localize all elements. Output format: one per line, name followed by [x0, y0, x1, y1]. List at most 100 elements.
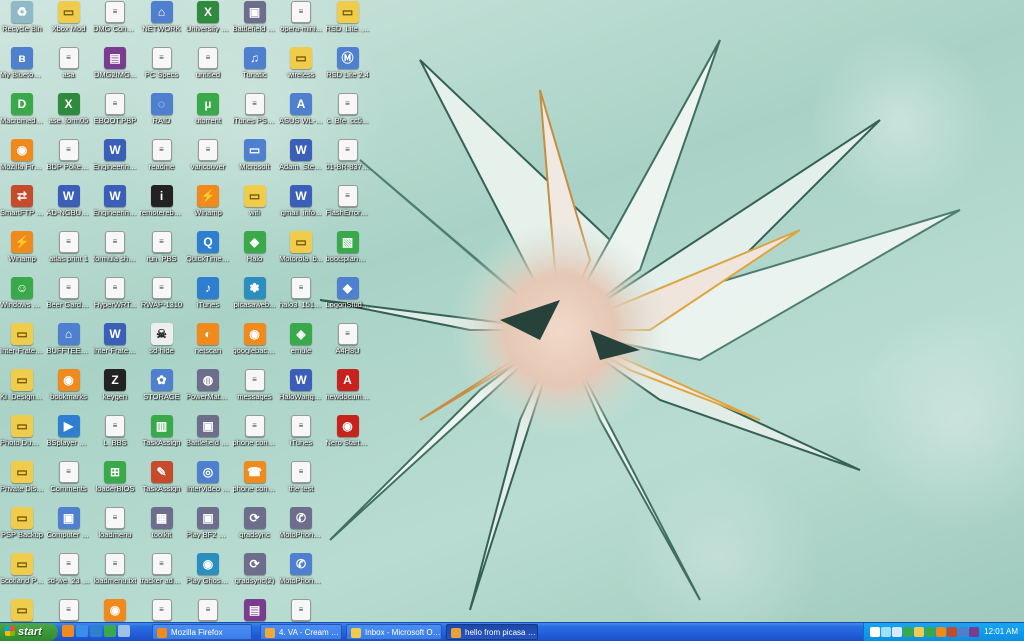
- desktop-icon[interactable]: ✽ picasaweb...: [233, 277, 277, 323]
- desktop-icon[interactable]: ⇄SmartFTP Client: [0, 185, 44, 231]
- desktop-icon[interactable]: ≡ messages: [233, 369, 277, 415]
- volume-icon[interactable]: [892, 627, 902, 637]
- desktop-icon[interactable]: ◉Mozilla Firefox 2 Beta 1: [0, 139, 44, 185]
- desktop-icon[interactable]: ≡ A4H8U: [326, 323, 370, 369]
- desktop-icon[interactable]: ▭ wifi: [233, 185, 277, 231]
- desktop-icon[interactable]: AASUS WL-HP solo: [279, 93, 323, 139]
- desktop-icon[interactable]: Xase_form05: [47, 93, 91, 139]
- desktop-icon[interactable]: µ utorrent: [186, 93, 230, 139]
- desktop-icon[interactable]: ≡ readme: [140, 139, 184, 185]
- desktop-icon[interactable]: ≡ run_PBS: [140, 231, 184, 277]
- desktop-icon[interactable]: ◆ LogonStudio...: [326, 277, 370, 323]
- desktop-icon[interactable]: Zkeygen: [93, 369, 137, 415]
- dvd-tray-icon[interactable]: [958, 627, 968, 637]
- desktop-icon[interactable]: ≡ L_BBS: [93, 415, 137, 461]
- desktop-icon[interactable]: ◉ googlebackup: [233, 323, 277, 369]
- desktop-icon[interactable]: ◉ bookmarks: [47, 369, 91, 415]
- desktop-icon[interactable]: ≡DMG Converter Settings.txt: [93, 1, 137, 47]
- desktop-icon[interactable]: ☎phone contacts: [233, 461, 277, 507]
- media-player-icon[interactable]: [90, 625, 102, 637]
- desktop-icon[interactable]: ≡phone contacts: [233, 415, 277, 461]
- desktop-icon[interactable]: ≡ RWAP-1310: [140, 277, 184, 323]
- desktop-icon[interactable]: ▭ Xbox Mod: [47, 1, 91, 47]
- desktop-icon[interactable]: i remotereboot: [140, 185, 184, 231]
- desktop-icon[interactable]: W Adam_Stern...: [279, 139, 323, 185]
- desktop-icon[interactable]: ▥ TaskAssign: [140, 415, 184, 461]
- desktop-icon[interactable]: ◉Play Ghost Recon A...: [186, 553, 230, 599]
- desktop-icon[interactable]: ʙMy Bluetooth Places: [0, 47, 44, 93]
- desktop-icon[interactable]: ▭Scotland Photos: [0, 553, 44, 599]
- help-icon[interactable]: [870, 627, 880, 637]
- desktop-icon[interactable]: ♪ iTunes: [186, 277, 230, 323]
- desktop-icon[interactable]: ≡ PC Specs: [140, 47, 184, 93]
- desktop-icon[interactable]: ▤: [233, 599, 277, 622]
- desktop-icon[interactable]: ▭ PSP Backup: [0, 507, 44, 553]
- desktop-icon[interactable]: ▭ RSD_Lite_2...: [326, 1, 370, 47]
- desktop-icon[interactable]: ◎InterVideo WinDVD...: [186, 461, 230, 507]
- desktop-icon[interactable]: ⌂BUFFTEEF5...: [47, 323, 91, 369]
- desktop-icon[interactable]: ▭ Motorola_b...: [279, 231, 323, 277]
- desktop-icon[interactable]: ✆ MotoPhone...: [279, 507, 323, 553]
- desktop-icon[interactable]: WEngineering Admissio...: [93, 185, 137, 231]
- desktop-icon[interactable]: ▭KI_Design Studio Test...: [0, 369, 44, 415]
- taskbar-button[interactable]: Inbox - Microsoft Out...: [346, 624, 442, 640]
- start-button[interactable]: start: [0, 623, 58, 641]
- desktop-icon[interactable]: ≡ the test: [279, 461, 323, 507]
- update-icon[interactable]: [947, 627, 957, 637]
- taskbar-button[interactable]: hello from picasa (ad...: [446, 624, 538, 640]
- desktop-icon[interactable]: ▣Battlefield 2142: [186, 415, 230, 461]
- messenger-tray-icon[interactable]: [903, 627, 913, 637]
- desktop-icon[interactable]: ≡ opera-mini...: [279, 1, 323, 47]
- desktop-icon[interactable]: ▭Private Disk Multifactor: [0, 461, 44, 507]
- desktop-icon[interactable]: ≡ iTunes PSP...: [233, 93, 277, 139]
- desktop-icon[interactable]: ◍PowerMate 1.3.0: [186, 369, 230, 415]
- desktop-icon[interactable]: Ⓜ RSD Lite 2.4: [326, 47, 370, 93]
- desktop-icon[interactable]: ≡FlashError.log1: [326, 185, 370, 231]
- desktop-icon[interactable]: ≡ c_Bfe_cc5...: [326, 93, 370, 139]
- utorrent-tray-icon[interactable]: [925, 627, 935, 637]
- desktop-icon[interactable]: ≡ HyperWRT...: [93, 277, 137, 323]
- show-desktop-icon[interactable]: [118, 625, 130, 637]
- desktop-icon[interactable]: ◐ netscan: [186, 323, 230, 369]
- desktop-icon[interactable]: ◈ emule: [279, 323, 323, 369]
- desktop-icon[interactable]: ≡ formula sheet: [93, 231, 137, 277]
- desktop-icon[interactable]: ♫ Tunatic: [233, 47, 277, 93]
- desktop-icon[interactable]: ≡ loadmenu.txt: [93, 553, 137, 599]
- desktop-icon[interactable]: ≡ vancouver: [186, 139, 230, 185]
- desktop-icon[interactable]: ▶ BSplayer Pro: [47, 415, 91, 461]
- desktop-icon[interactable]: ≡ untitled: [186, 47, 230, 93]
- desktop-icon[interactable]: ◆ Halo: [233, 231, 277, 277]
- desktop-icon[interactable]: ▧ bootsplan_file: [326, 231, 370, 277]
- desktop-icon[interactable]: ✆ MotoPhone...: [279, 553, 323, 599]
- desktop-icon[interactable]: ≡ sd-we_23_...: [47, 553, 91, 599]
- desktop-icon[interactable]: ▣Computer Managem...: [47, 507, 91, 553]
- desktop-icon[interactable]: ⊞ loaderBIOS: [93, 461, 137, 507]
- desktop-icon[interactable]: ⌂ NETWORK: [140, 1, 184, 47]
- desktop-icon[interactable]: ⟳ gradsync(2): [233, 553, 277, 599]
- desktop-icon[interactable]: ◉: [93, 599, 137, 622]
- desktop-icon[interactable]: ⚡ Winamp: [0, 231, 44, 277]
- desktop-icon[interactable]: ☠ sd-hide: [140, 323, 184, 369]
- desktop-icon[interactable]: ▭: [0, 599, 44, 622]
- desktop-icon[interactable]: ☺Windows Live Messenger: [0, 277, 44, 323]
- desktop-icon[interactable]: ◉Nero StartSmart: [326, 415, 370, 461]
- desktop-icon[interactable]: ≡Beer Garden Poster: [47, 277, 91, 323]
- taskbar-button[interactable]: Mozilla Firefox: [152, 624, 252, 640]
- desktop-icon[interactable]: ≡: [47, 599, 91, 622]
- desktop-icon[interactable]: ≡ asa: [47, 47, 91, 93]
- yahoo-icon[interactable]: [969, 627, 979, 637]
- antivirus-icon[interactable]: [914, 627, 924, 637]
- desktop-icon[interactable]: ≡ Comments: [47, 461, 91, 507]
- desktop-icon[interactable]: ≡: [186, 599, 230, 622]
- desktop-icon[interactable]: ◌ RAID: [140, 93, 184, 139]
- desktop-icon[interactable]: ♻ Recycle Bin: [0, 1, 44, 47]
- desktop-icon[interactable]: ≡: [279, 599, 323, 622]
- clock[interactable]: 12:01 AM: [984, 623, 1018, 641]
- desktop-icon[interactable]: ≡ halo3_1512...: [279, 277, 323, 323]
- desktop-icon[interactable]: ⚡ Winamp: [186, 185, 230, 231]
- desktop-icon[interactable]: ▭ Microsoft: [233, 139, 277, 185]
- desktop-icon[interactable]: ▤ DMG2IMG...: [93, 47, 137, 93]
- network-tray-icon[interactable]: [881, 627, 891, 637]
- desktop-icon[interactable]: Anewdocument: [326, 369, 370, 415]
- desktop-icon[interactable]: ≡ iTunes: [279, 415, 323, 461]
